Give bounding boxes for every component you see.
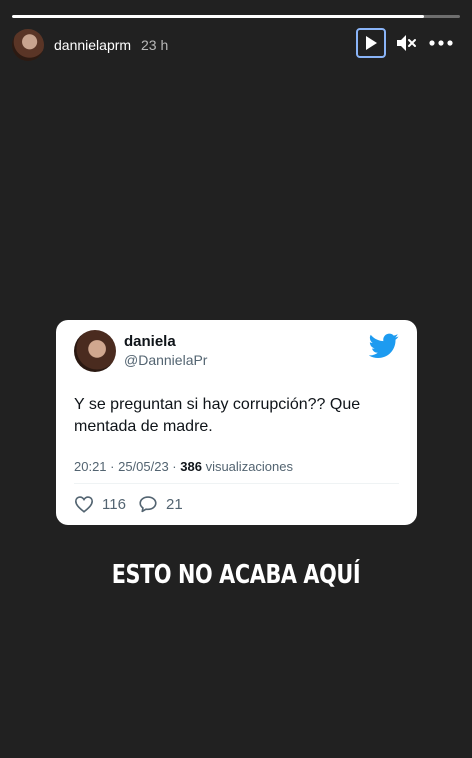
heart-icon [74,496,94,513]
tweet-meta: 20:21 · 25/05/23 · 386 visualizaciones [74,459,293,474]
tweet-text: Y se preguntan si hay corrupción?? Que m… [74,396,361,435]
tweet-replies: 21 [138,495,183,513]
play-icon [366,36,377,50]
volume-mute-icon [397,35,416,51]
tweet-views-count: 386 [180,459,202,474]
story-progress-bar [12,15,460,18]
tweet-divider [74,483,399,484]
tweet-author-handle: @DannielaPr [124,352,208,368]
tweet-timestamp: 20:21 · 25/05/23 · [74,459,181,474]
play-button[interactable] [356,28,386,58]
story-caption: ESTO NO ACABA AQUÍ [111,560,361,590]
avatar[interactable] [12,29,44,61]
story-time: 23 h [141,37,169,53]
tweet-screenshot: daniela @DannielaPr Y se preguntan si ha… [56,320,417,525]
tweet-author-name: daniela [124,333,176,350]
tweet-likes-count: 116 [102,495,126,513]
tweet-views-label: visualizaciones [201,459,293,474]
reply-bubble-icon [139,496,157,513]
username-link[interactable]: dannielaprm [54,37,131,53]
more-options-button[interactable] [429,32,453,54]
story-progress-fill [12,15,425,18]
more-dots-icon [429,40,453,46]
twitter-bird-icon [369,333,399,358]
tweet-avatar [74,330,116,372]
mute-button[interactable] [395,32,417,54]
tweet-likes: 116 [74,495,126,513]
story-viewer: dannielaprm 23 h daniela @DannielaPr Y s… [0,0,472,758]
story-header: dannielaprm 23 h [12,28,460,64]
tweet-replies-count: 21 [166,495,183,513]
